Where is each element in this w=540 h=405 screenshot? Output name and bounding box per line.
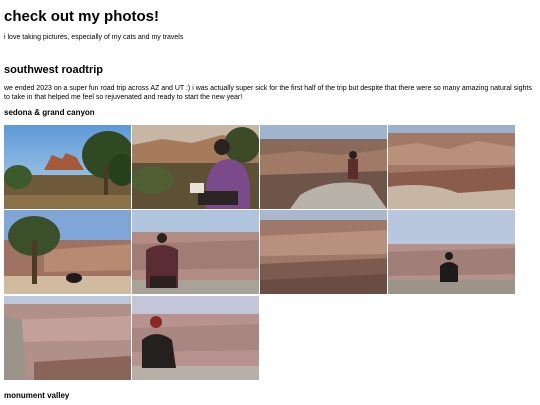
photo-thumbnail[interactable]	[388, 125, 515, 209]
photo-thumbnail[interactable]	[388, 210, 515, 294]
sedona-trees-photo	[4, 125, 131, 209]
canyon-rock-person-photo	[260, 125, 387, 209]
photo-thumbnail[interactable]	[260, 210, 387, 294]
photo-thumbnail[interactable]	[260, 125, 387, 209]
photo-thumbnail[interactable]	[4, 125, 131, 209]
person-sketching-photo	[132, 125, 259, 209]
section-description: we ended 2023 on a super fun road trip a…	[4, 85, 532, 101]
person-on-wall-photo	[388, 210, 515, 294]
page-title: check out my photos!	[4, 8, 160, 25]
tree-over-canyon-photo	[4, 210, 131, 294]
canyon-vista-photo	[388, 125, 515, 209]
album-title-sedona-grand-canyon: sedona & grand canyon	[4, 108, 95, 117]
section-title: southwest roadtrip	[4, 64, 104, 76]
photo-thumbnail[interactable]	[4, 296, 131, 380]
canyon-cliff-photo	[4, 296, 131, 380]
person-red-hat-photo	[132, 296, 259, 380]
photo-thumbnail[interactable]	[132, 210, 259, 294]
photo-thumbnail[interactable]	[4, 210, 131, 294]
canyon-depths-photo	[260, 210, 387, 294]
intro-text: i love taking pictures, especially of my…	[4, 34, 184, 41]
photo-thumbnail[interactable]	[132, 296, 259, 380]
photo-thumbnail[interactable]	[132, 125, 259, 209]
album-title-monument-valley: monument valley	[4, 391, 70, 400]
person-sitting-canyon-photo	[132, 210, 259, 294]
